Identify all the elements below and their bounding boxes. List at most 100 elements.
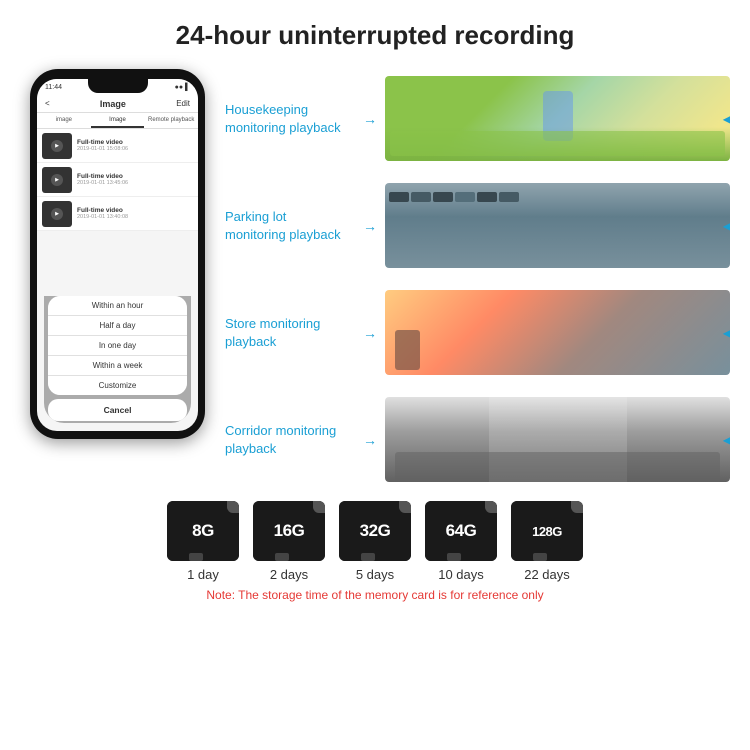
monitoring-arrow-store: → [363,325,377,341]
sd-card-corner-32g [399,501,411,513]
sd-card-corner-128g [571,501,583,513]
phone-edit[interactable]: Edit [176,99,190,108]
housekeeping-arrow-icon: ◀ [723,109,730,129]
monitoring-arrow-corridor: → [363,432,377,448]
sd-size-8g: 8G [192,521,214,541]
sd-size-32g: 32G [360,521,391,541]
phone-time: 11:44 [45,84,62,91]
storage-days-64g: 10 days [438,567,484,582]
phone-list-item-2[interactable]: Full-time video 2019-01-01 13:45:06 [37,163,198,197]
sd-card-16g: 16G [253,501,325,561]
phone-mockup: 11:44 ●● ▌ < Image Edit image Image Remo… [30,69,205,439]
right-section: Housekeepingmonitoring playback → ◀ Park… [225,69,730,489]
phone-thumb-1 [42,133,72,159]
phone-item-title-2: Full-time video [77,173,128,180]
phone-popup-inner: Within an hour Half a day In one day Wit… [48,296,187,395]
sd-slot-8g [189,553,203,561]
storage-card-64g: 64G 10 days [425,501,497,582]
phone-popup: Within an hour Half a day In one day Wit… [44,296,191,423]
sd-card-32g: 32G [339,501,411,561]
storage-card-8g: 8G 1 day [167,501,239,582]
monitoring-image-housekeeping: ◀ [385,76,730,161]
phone-item-date-2: 2019-01-01 13:45:06 [77,180,128,186]
play-icon-3 [51,208,63,220]
sd-slot-64g [447,553,461,561]
phone-item-text-1: Full-time video 2019-01-01 15:08:06 [77,139,128,152]
phone-list-content: Full-time video 2019-01-01 15:08:06 Full… [37,129,198,431]
parking-arrow-icon: ◀ [723,216,730,236]
monitoring-label-housekeeping: Housekeepingmonitoring playback [225,101,355,137]
storage-days-8g: 1 day [187,567,219,582]
storage-card-16g: 16G 2 days [253,501,325,582]
play-icon-1 [51,140,63,152]
monitoring-image-parking: ◀ [385,183,730,268]
popup-item-customize[interactable]: Customize [48,376,187,395]
middle-section: 11:44 ●● ▌ < Image Edit image Image Remo… [20,69,730,489]
monitoring-image-store: ◀ [385,290,730,375]
store-arrow-icon: ◀ [723,323,730,343]
phone-item-title-3: Full-time video [77,207,128,214]
play-icon-2 [51,174,63,186]
storage-days-128g: 22 days [524,567,570,582]
monitoring-item-store: Store monitoringplayback → ◀ [225,283,730,382]
sd-card-corner-8g [227,501,239,513]
phone-nav-bar: < Image Edit [37,95,198,113]
sd-size-16g: 16G [274,521,305,541]
sd-card-64g: 64G [425,501,497,561]
phone-list-item-3[interactable]: Full-time video 2019-01-01 13:40:08 [37,197,198,231]
monitoring-text-corridor: Corridor monitoringplayback [225,423,336,456]
sd-card-128g: 128G [511,501,583,561]
popup-item-week[interactable]: Within a week [48,356,187,376]
monitoring-text-parking: Parking lotmonitoring playback [225,209,341,242]
monitoring-label-store: Store monitoringplayback [225,315,355,351]
monitoring-label-corridor: Corridor monitoringplayback [225,422,355,458]
storage-card-32g: 32G 5 days [339,501,411,582]
popup-item-within-hour[interactable]: Within an hour [48,296,187,316]
sd-slot-32g [361,553,375,561]
sd-slot-128g [533,553,547,561]
storage-cards: 8G 1 day 16G 2 days 32G 5 [20,501,730,582]
phone-status-icons: ●● ▌ [175,84,190,91]
phone-tabs: image Image Remote playback [37,113,198,129]
sd-card-8g: 8G [167,501,239,561]
phone-screen: 11:44 ●● ▌ < Image Edit image Image Remo… [37,79,198,431]
phone-thumb-2 [42,167,72,193]
phone-item-text-2: Full-time video 2019-01-01 13:45:06 [77,173,128,186]
monitoring-text-store: Store monitoringplayback [225,316,320,349]
phone-container: 11:44 ●● ▌ < Image Edit image Image Remo… [20,69,215,489]
sd-card-corner-64g [485,501,497,513]
phone-back[interactable]: < [45,99,50,108]
phone-tab-image[interactable]: image [37,113,91,128]
storage-days-32g: 5 days [356,567,394,582]
monitoring-item-housekeeping: Housekeepingmonitoring playback → ◀ [225,69,730,168]
phone-item-text-3: Full-time video 2019-01-01 13:40:08 [77,207,128,220]
storage-days-16g: 2 days [270,567,308,582]
monitoring-item-parking: Parking lotmonitoring playback → ◀ [225,176,730,275]
phone-list: Full-time video 2019-01-01 15:08:06 Full… [37,129,198,231]
storage-note: Note: The storage time of the memory car… [20,588,730,602]
sd-size-64g: 64G [446,521,477,541]
phone-item-date-3: 2019-01-01 13:40:08 [77,214,128,220]
phone-item-title-1: Full-time video [77,139,128,146]
phone-tab-remote[interactable]: Remote playback [144,113,198,128]
phone-notch [88,79,148,93]
popup-item-half-day[interactable]: Half a day [48,316,187,336]
page-title: 24-hour uninterrupted recording [176,20,575,51]
phone-item-date-1: 2019-01-01 15:08:06 [77,146,128,152]
phone-tab-image2[interactable]: Image [91,113,145,128]
monitoring-arrow-housekeeping: → [363,111,377,127]
popup-item-one-day[interactable]: In one day [48,336,187,356]
monitoring-image-corridor: ◀ [385,397,730,482]
monitoring-arrow-parking: → [363,218,377,234]
monitoring-label-parking: Parking lotmonitoring playback [225,208,355,244]
corridor-arrow-icon: ◀ [723,430,730,450]
page-wrapper: 24-hour uninterrupted recording 11:44 ●●… [0,0,750,750]
popup-cancel-button[interactable]: Cancel [48,399,187,421]
monitoring-text-housekeeping: Housekeepingmonitoring playback [225,102,341,135]
phone-list-item-1[interactable]: Full-time video 2019-01-01 15:08:06 [37,129,198,163]
sd-size-128g: 128G [532,524,562,539]
phone-thumb-3 [42,201,72,227]
storage-card-128g: 128G 22 days [511,501,583,582]
sd-slot-16g [275,553,289,561]
monitoring-item-corridor: Corridor monitoringplayback → ◀ [225,390,730,489]
